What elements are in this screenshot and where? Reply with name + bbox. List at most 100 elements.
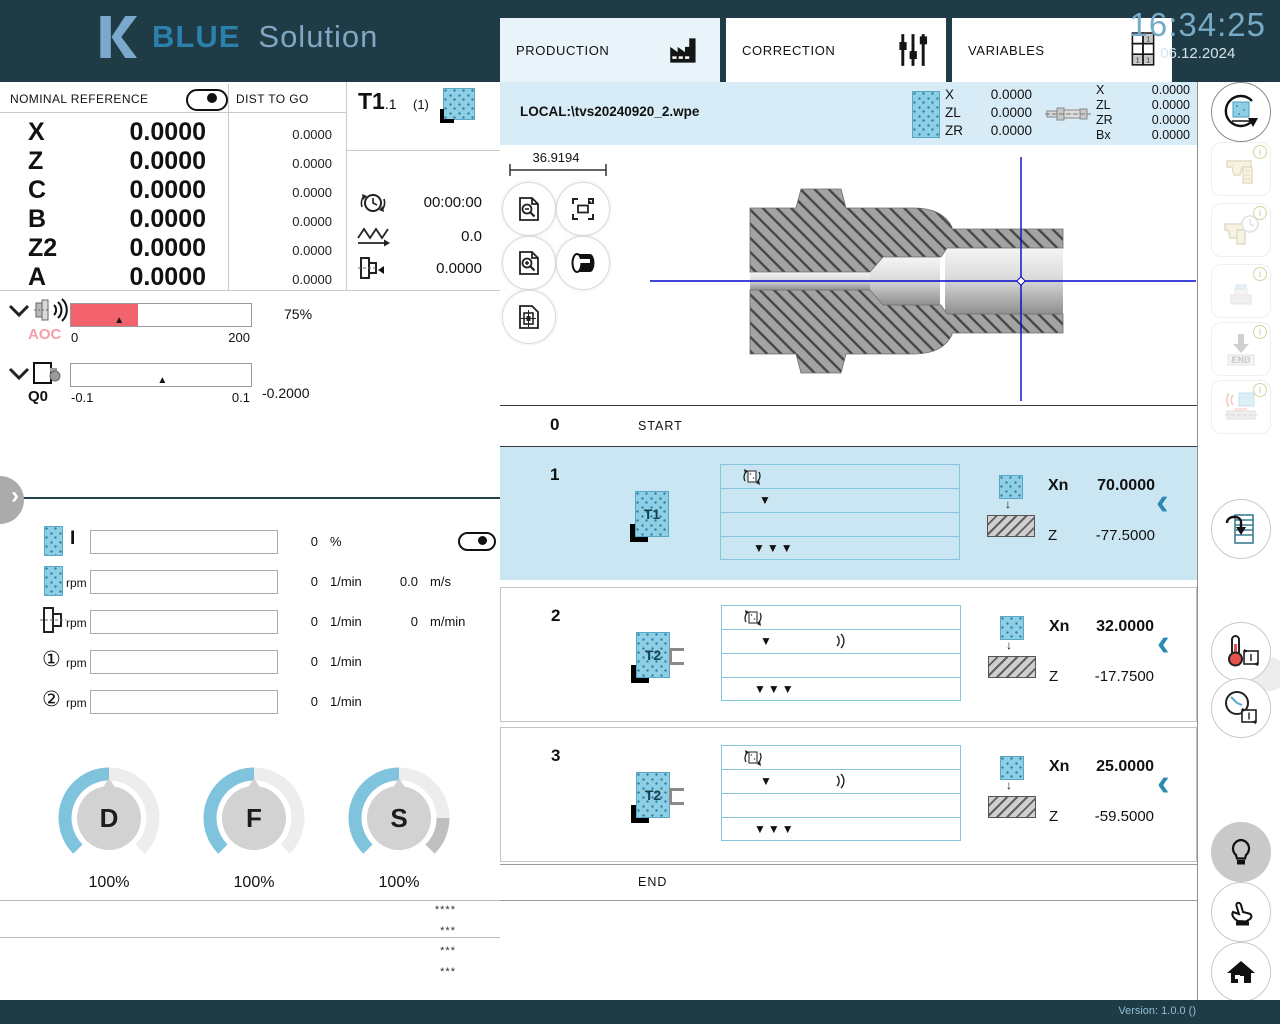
q0-slider-marker: ▲ [157, 375, 167, 386]
light-button[interactable] [1211, 822, 1271, 882]
q0-slider[interactable]: ▲ [70, 363, 252, 387]
gauge-d: D [57, 766, 161, 870]
sliders-icon [896, 33, 930, 67]
goto-line-button[interactable] [1211, 499, 1271, 559]
masked-value: *** [440, 925, 456, 937]
doc-zoom-in-icon [516, 250, 542, 276]
program-step-3[interactable]: 3 T2 ▼ [500, 727, 1197, 862]
override-input-motor2[interactable] [90, 690, 278, 714]
goto-line-icon [1221, 509, 1261, 549]
aoc-slider[interactable]: ▲ [70, 303, 252, 327]
svg-text:END: END [1231, 355, 1251, 365]
caliper-timer-icon [1221, 210, 1261, 250]
press-icon [1221, 271, 1261, 311]
center-view-icon [516, 304, 542, 330]
program-step-1[interactable]: 1 T1 ▼ ▼▼▼ [500, 447, 1197, 580]
warmup-cycle-button[interactable]: I [1211, 622, 1271, 682]
tool-t1-icon: T1 [635, 491, 669, 537]
q0-value: -0.2000 [262, 385, 309, 401]
sound-waves-icon [832, 773, 848, 789]
nominal-reference-label: NOMINAL REFERENCE [10, 92, 148, 106]
aoc-label: AOC [28, 326, 61, 343]
cycle-time-row: 00:00:00 [356, 188, 496, 218]
end-block-icon: END [1221, 329, 1261, 369]
main-tabs: PRODUCTION CORRECTION [500, 18, 1172, 82]
axis-row-z: Z 0.0000 0.0000 [0, 147, 346, 175]
aoc-slider-marker: ▲ [114, 315, 124, 326]
tool-corner-mark [440, 109, 454, 123]
masked-value: *** [440, 945, 456, 957]
divider [346, 82, 347, 290]
tab-correction[interactable]: CORRECTION [726, 18, 946, 82]
tab-production[interactable]: PRODUCTION [500, 18, 720, 82]
home-button[interactable] [1211, 942, 1271, 1002]
masked-value: *** [440, 966, 456, 978]
step3-expand-chevron[interactable]: ‹ [1157, 764, 1170, 802]
program-step-start[interactable]: 0 START [500, 405, 1197, 447]
step2-expand-chevron[interactable]: ‹ [1157, 624, 1170, 662]
side-drawer-handle[interactable]: › [0, 476, 24, 524]
rapid-triangles-icon: ▼▼▼ [754, 682, 796, 696]
timed-cycle-button[interactable]: I [1211, 678, 1271, 738]
zoom-out-button[interactable] [502, 182, 556, 236]
reference-toggle[interactable] [186, 89, 228, 111]
manual-mode-button[interactable] [1211, 882, 1271, 942]
masked-value: **** [435, 904, 456, 916]
override-input-spindle[interactable] [90, 570, 278, 594]
gauge-d-percent: 100% [57, 874, 161, 892]
rotate-workpiece-icon [742, 608, 764, 628]
aoc-value: 75% [284, 306, 312, 322]
position-panel: NOMINAL REFERENCE DIST TO GO X 0.0000 0.… [0, 82, 501, 1000]
cylinder-view-button[interactable] [556, 236, 610, 290]
fit-view-button[interactable] [556, 182, 610, 236]
rotate-workpiece-icon [742, 748, 764, 768]
status-bar: Version: 1.0.0 () [0, 1000, 1280, 1024]
motor-1-icon: ① [42, 647, 61, 672]
zoom-in-button[interactable] [502, 236, 556, 290]
aoc-icon [34, 296, 70, 324]
measure-caliper-button[interactable]: i [1211, 142, 1271, 196]
measure-timer-button[interactable]: i [1211, 203, 1271, 257]
rapid-triangles-icon: ▼▼▼ [754, 822, 796, 836]
divider [0, 937, 500, 938]
factory-icon [666, 34, 704, 66]
axis-row-b: B 0.0000 0.0000 [0, 205, 346, 233]
workpiece-preview: 36.9194 [500, 145, 1197, 405]
chevron-down-icon[interactable] [8, 367, 30, 381]
motor-2-icon: ② [42, 687, 61, 712]
svg-text:I: I [1248, 712, 1251, 723]
cycle-restart-icon [1219, 90, 1263, 134]
step-action-table: ▼ ▼▼▼ [721, 745, 961, 841]
override-input-motor1[interactable] [90, 650, 278, 674]
vibration-check-button[interactable]: i [1211, 380, 1271, 434]
center-view-button[interactable] [502, 290, 556, 344]
feed-triangle-icon: ▼ [759, 493, 771, 507]
program-step-end[interactable]: END [500, 864, 1197, 901]
date-display: 06.12.2024 [1130, 45, 1266, 62]
feed-rate-row: 0.0 [356, 222, 496, 252]
tool-wear-value: 0.0000 [436, 260, 482, 277]
cycle-restart-button[interactable] [1211, 82, 1271, 142]
clock: 16:34:25 06.12.2024 [1130, 6, 1266, 62]
program-step-2[interactable]: 2 T2 ▼ [500, 587, 1197, 722]
step1-expand-chevron[interactable]: ‹ [1156, 483, 1169, 521]
axis-row-z2: Z2 0.0000 0.0000 [0, 234, 346, 262]
axis-row-x: X 0.0000 0.0000 [0, 118, 346, 146]
gauge-f-percent: 100% [202, 874, 306, 892]
bulb-icon [1226, 837, 1256, 867]
override-input-coolant[interactable] [90, 530, 278, 554]
toggle-knob [207, 93, 217, 103]
rotate-workpiece-icon [741, 467, 763, 487]
down-arrow-icon: ↓ [1006, 778, 1012, 792]
end-label: END [638, 875, 667, 889]
rapid-triangles-icon: ▼▼▼ [753, 541, 795, 555]
divider [0, 497, 500, 499]
step-action-table: ▼ ▼▼▼ [721, 605, 961, 701]
top-bar: BLUE Solution PRODUCTION CORRECTION [0, 0, 1280, 82]
press-button[interactable]: i [1211, 264, 1271, 318]
q0-label: Q0 [28, 388, 48, 405]
move-to-end-button[interactable]: i END [1211, 322, 1271, 376]
svg-text:D: D [100, 803, 119, 833]
chevron-down-icon[interactable] [8, 304, 30, 318]
override-input-tool-spindle[interactable] [90, 610, 278, 634]
